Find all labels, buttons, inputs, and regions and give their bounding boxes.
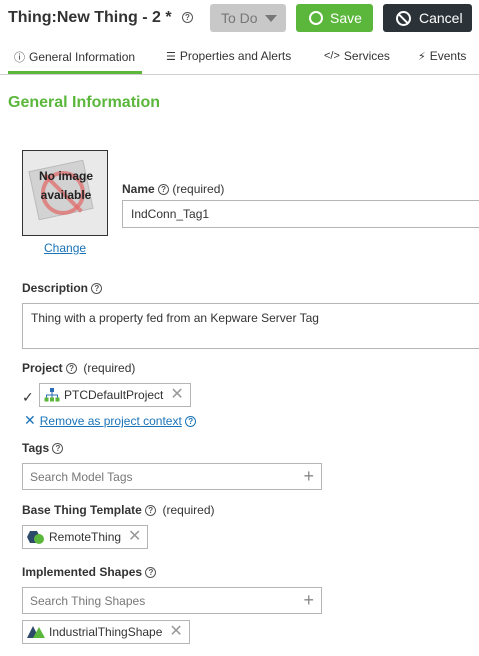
page-title: Thing:New Thing - 2 * ? (8, 9, 193, 27)
shapes-search-input[interactable]: Search Thing Shapes + (22, 587, 322, 614)
description-label: Description ? (22, 281, 103, 295)
tab-services[interactable]: </> Services (324, 49, 390, 63)
shapes-placeholder: Search Thing Shapes (30, 593, 146, 608)
base-template-chip-label: RemoteThing (49, 530, 122, 544)
description-label-text: Description (22, 281, 89, 295)
question-circle-icon[interactable]: ? (66, 363, 78, 375)
cancel-label: Cancel (419, 10, 463, 26)
plus-icon[interactable]: + (303, 591, 314, 609)
tags-placeholder: Search Model Tags (30, 469, 133, 484)
name-label: Name ? (required) (122, 182, 224, 196)
tab-properties-and-alerts[interactable]: ☰ Properties and Alerts (166, 49, 291, 63)
plus-icon[interactable]: + (303, 467, 314, 485)
section-title: General Information (8, 94, 161, 111)
save-label: Save (330, 10, 362, 26)
tags-label: Tags ? (22, 441, 64, 455)
header-bar: Thing:New Thing - 2 * ? To Do Save Cance… (0, 0, 479, 38)
todo-dropdown-button[interactable]: To Do (210, 4, 286, 32)
question-circle-icon[interactable]: ? (185, 416, 197, 428)
tab-general-information[interactable]: ⓘ General Information (14, 49, 135, 65)
question-circle-icon[interactable]: ? (52, 443, 64, 455)
remove-project-context-link[interactable]: ✕ Remove as project context ? (24, 412, 197, 429)
thing-template-icon (27, 531, 44, 544)
thing-image-placeholder: No image available (22, 150, 108, 236)
question-circle-icon[interactable]: ? (158, 184, 170, 196)
required-note: (required) (162, 503, 215, 517)
check-icon: ✓ (22, 389, 34, 405)
list-icon: ☰ (166, 50, 176, 63)
tags-label-text: Tags (22, 441, 50, 455)
todo-label: To Do (221, 10, 258, 26)
question-circle-icon[interactable]: ? (182, 12, 193, 24)
tab-label: Properties and Alerts (179, 49, 292, 63)
circle-icon (309, 11, 323, 25)
no-image-text: No image available (39, 169, 94, 202)
project-hierarchy-icon (44, 388, 60, 402)
tab-label: Events (429, 49, 467, 63)
caret-down-icon (264, 14, 277, 22)
thing-title: Thing:New Thing - 2 * (8, 9, 172, 26)
project-chip-label: PTCDefaultProject (64, 388, 164, 402)
tab-label: Services (343, 49, 390, 63)
base-template-label: Base Thing Template ? (required) (22, 503, 215, 517)
change-image-link[interactable]: Change (44, 241, 86, 255)
info-circle-icon: ⓘ (14, 52, 25, 64)
tab-label: General Information (29, 50, 136, 64)
shape-chip-label: IndustrialThingShape (49, 625, 163, 639)
cancel-button[interactable]: Cancel (383, 4, 472, 32)
shape-chip: IndustrialThingShape ✕ (22, 620, 190, 644)
shapes-label: Implemented Shapes ? (22, 565, 157, 579)
tab-events[interactable]: ⚡ Events (418, 49, 466, 63)
name-label-text: Name (122, 182, 155, 196)
description-field[interactable]: Thing with a property fed from an Kepwar… (22, 303, 479, 349)
ban-icon (396, 10, 411, 26)
tab-bar: ⓘ General Information ☰ Properties and A… (0, 40, 479, 75)
required-note: (required) (172, 182, 225, 196)
base-template-chip: RemoteThing ✕ (22, 525, 149, 549)
remove-shape-icon[interactable]: ✕ (169, 624, 182, 640)
lightning-icon: ⚡ (418, 50, 426, 63)
name-field[interactable]: IndConn_Tag1 (122, 200, 479, 228)
code-icon: </> (324, 50, 340, 62)
question-circle-icon[interactable]: ? (145, 567, 157, 579)
remove-project-icon[interactable]: ✕ (170, 387, 183, 403)
remove-template-icon[interactable]: ✕ (128, 529, 141, 545)
project-chip: PTCDefaultProject ✕ (39, 383, 191, 407)
close-icon: ✕ (24, 412, 36, 428)
question-circle-icon[interactable]: ? (145, 505, 157, 517)
project-label: Project ? (required) (22, 361, 135, 375)
required-note: (required) (83, 361, 136, 375)
project-label-text: Project (22, 361, 63, 375)
thing-shape-icon (27, 626, 45, 638)
base-template-label-text: Base Thing Template (22, 503, 142, 517)
question-circle-icon[interactable]: ? (91, 283, 103, 295)
shapes-label-text: Implemented Shapes (22, 565, 143, 579)
active-tab-indicator (8, 71, 142, 74)
tags-search-input[interactable]: Search Model Tags + (22, 463, 322, 490)
save-button[interactable]: Save (296, 4, 373, 32)
remove-context-label: Remove as project context (39, 414, 182, 428)
